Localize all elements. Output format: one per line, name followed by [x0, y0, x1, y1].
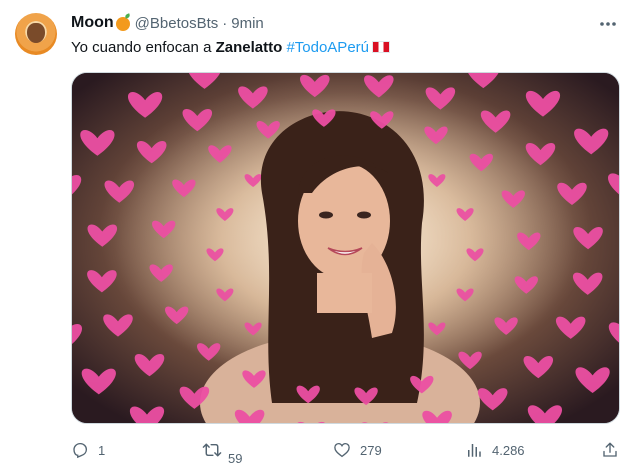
views-button[interactable]: 4.286 [465, 436, 525, 464]
like-count: 279 [360, 442, 382, 458]
tweet-actions: 1 59 279 4.286 [71, 436, 620, 466]
timestamp[interactable]: 9min [231, 15, 264, 32]
tweet-header: Moon @BbetosBts · 9min [71, 12, 264, 34]
avatar-face [27, 23, 45, 43]
peru-flag-emoji-icon [372, 41, 390, 53]
separator-dot: · [222, 14, 228, 32]
reply-icon [73, 442, 88, 459]
like-button[interactable]: 279 [333, 436, 382, 464]
avatar[interactable] [15, 13, 57, 55]
view-count: 4.286 [492, 442, 525, 458]
views-bar-chart-icon [468, 444, 481, 457]
orange-emoji-icon [115, 17, 130, 31]
heart-icon [334, 442, 350, 458]
more-horizontal-icon [600, 22, 616, 26]
tweet-bold-name: Zanelatto [215, 39, 283, 56]
share-icon [603, 442, 617, 457]
more-options-button[interactable] [596, 13, 620, 35]
hashtag-link[interactable]: #TodoAPerú [286, 39, 369, 56]
display-name[interactable]: Moon [71, 14, 114, 32]
tweet-text-body: Yo cuando enfocan a [71, 39, 216, 56]
retweet-count: 59 [228, 450, 243, 466]
tweet-text: Yo cuando enfocan a Zanelatto #TodoAPerú [71, 38, 390, 58]
user-handle[interactable]: @BbetosBts [135, 15, 219, 32]
reply-button[interactable]: 1 [71, 436, 105, 464]
media-photo [72, 73, 619, 423]
tweet-card: Moon @BbetosBts · 9min Yo cuando enfocan… [0, 0, 640, 469]
reply-count: 1 [98, 442, 106, 458]
share-button[interactable] [601, 436, 619, 464]
retweet-icon [202, 443, 222, 457]
retweet-button[interactable]: 59 [202, 436, 243, 466]
tweet-media-image[interactable] [71, 72, 620, 424]
